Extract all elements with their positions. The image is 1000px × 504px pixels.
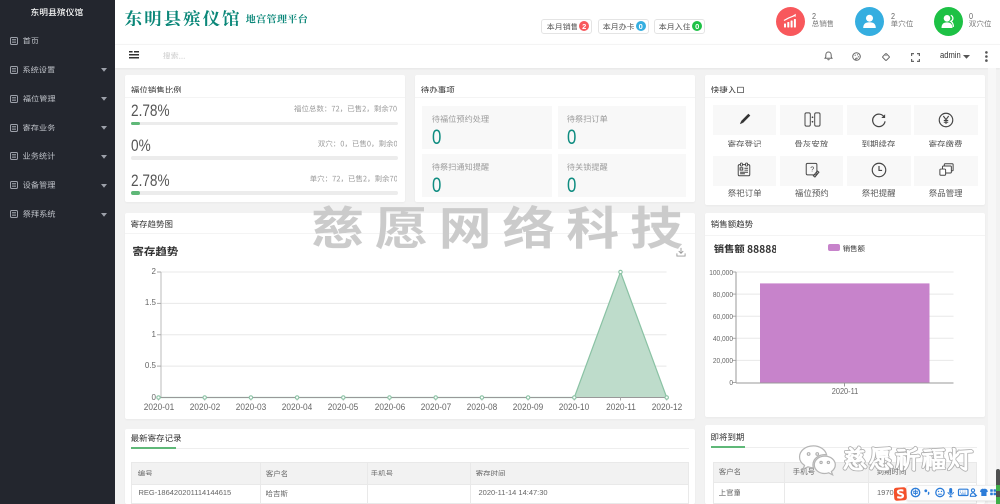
svg-text:?: ? [810, 165, 814, 173]
